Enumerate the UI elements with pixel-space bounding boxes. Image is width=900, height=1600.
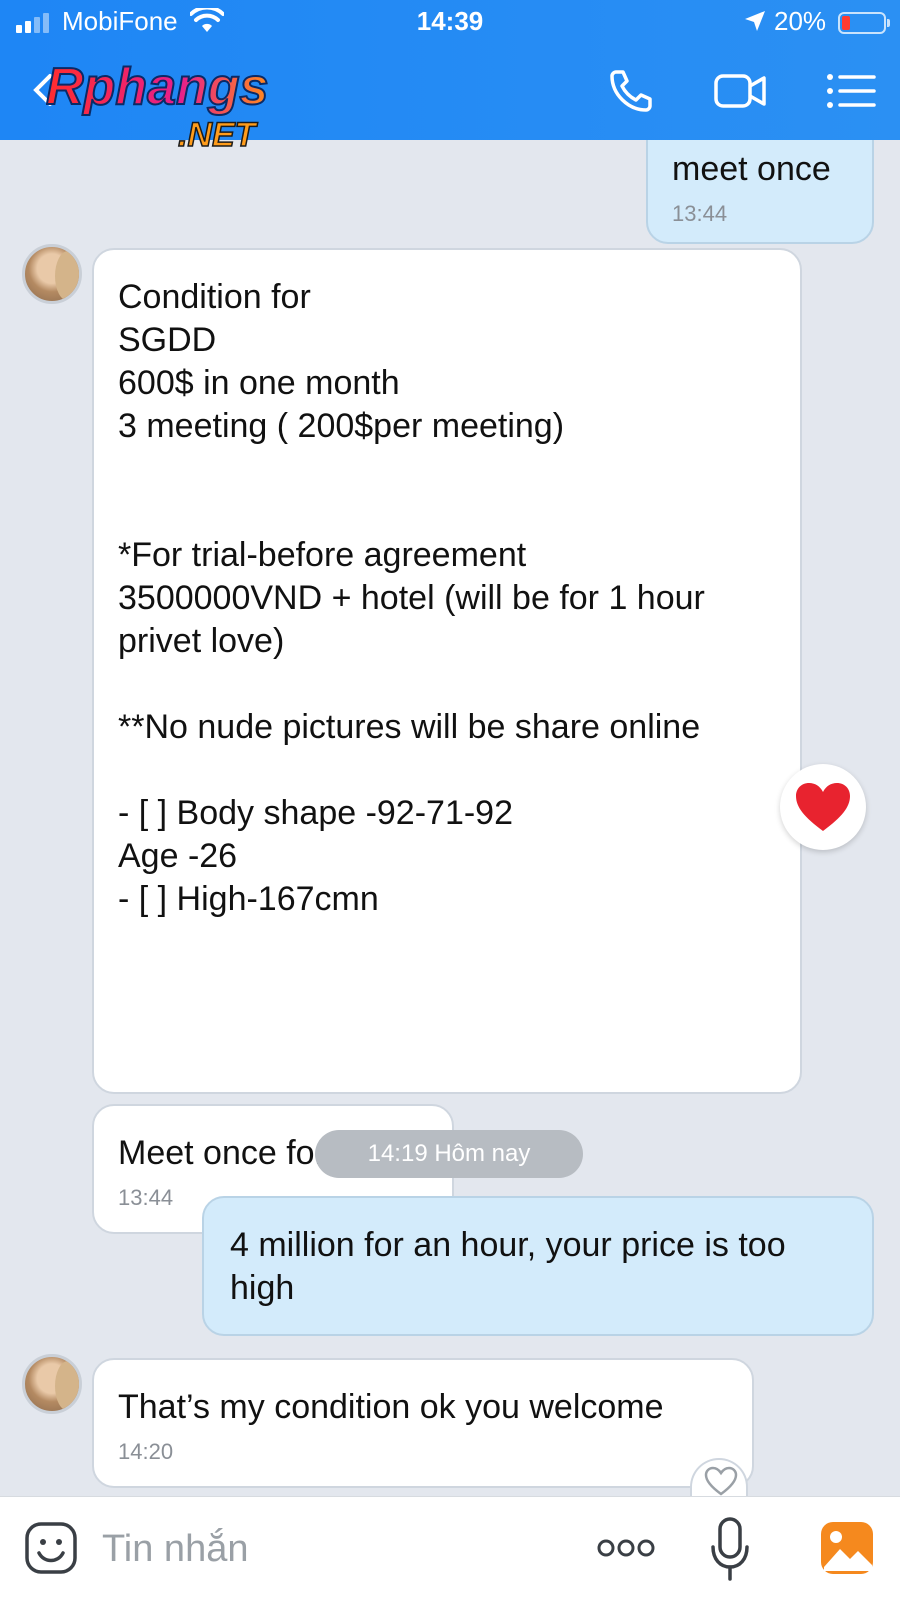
battery-level — [842, 16, 850, 30]
message-text: 4 million for an hour, your price is too… — [230, 1226, 796, 1307]
message-bubble-incoming[interactable]: Condition for SGDD 600$ in one month 3 m… — [92, 248, 802, 1094]
message-bubble-incoming[interactable]: That’s my condition ok you welcome 14:20 — [92, 1358, 754, 1488]
location-arrow-icon — [745, 11, 765, 31]
emoji-icon[interactable] — [24, 1521, 78, 1575]
message-text: Condition for SGDD 600$ in one month 3 m… — [118, 278, 705, 918]
battery-icon — [838, 12, 890, 34]
date-separator: 14:19 Hôm nay — [315, 1130, 583, 1178]
heart-reaction[interactable] — [780, 764, 866, 850]
video-call-icon[interactable] — [712, 66, 768, 116]
message-time: 14:20 — [118, 1439, 174, 1464]
message-time: 13:44 — [672, 201, 728, 226]
chat-header: MobiFone 14:39 20% Rphangs .NET — [0, 0, 900, 155]
message-composer — [0, 1496, 900, 1600]
message-list[interactable]: meet once 13:44 Condition for SGDD 600$ … — [0, 140, 900, 1496]
message-input[interactable] — [102, 1523, 542, 1575]
more-dots-icon[interactable] — [596, 1533, 656, 1563]
message-text: That’s my condition ok you welcome — [118, 1388, 664, 1426]
status-bar: MobiFone 14:39 20% — [0, 0, 900, 44]
logo-main-text: Rphangs — [46, 58, 268, 116]
battery-percentage: 20% — [774, 6, 827, 36]
message-bubble-outgoing[interactable]: 4 million for an hour, your price is too… — [202, 1196, 874, 1336]
menu-list-icon[interactable] — [824, 66, 880, 116]
heart-icon — [796, 783, 850, 831]
contact-avatar[interactable] — [22, 244, 82, 304]
contact-avatar[interactable] — [22, 1354, 82, 1414]
microphone-icon[interactable] — [710, 1517, 750, 1581]
phone-icon[interactable] — [606, 66, 662, 116]
logo-sub-text: .NET — [178, 116, 259, 154]
image-icon[interactable] — [820, 1521, 874, 1575]
reaction-button[interactable] — [690, 1458, 748, 1496]
message-bubble-outgoing[interactable]: meet once 13:44 — [646, 140, 874, 244]
message-text: meet once — [672, 150, 831, 188]
watermark-logo: Rphangs .NET — [46, 57, 269, 155]
heart-outline-icon — [704, 1466, 738, 1496]
